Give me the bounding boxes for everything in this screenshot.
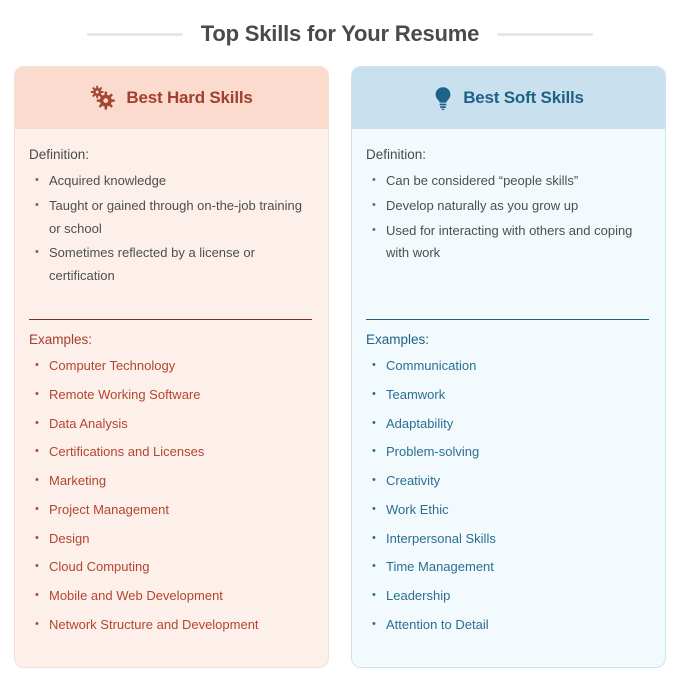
soft-definition-list: Can be considered “people skills” Develo… [366,170,649,265]
list-item: Time Management [366,556,649,579]
list-item: Data Analysis [29,413,312,436]
list-item: Design [29,528,312,551]
list-item: Adaptability [366,413,649,436]
list-item: Cloud Computing [29,556,312,579]
list-item: Problem-solving [366,441,649,464]
soft-examples-list: Communication Teamwork Adaptability Prob… [366,355,649,637]
page-title: Top Skills for Your Resume [200,21,480,46]
list-item: Project Management [29,499,312,522]
list-item: Marketing [29,470,312,493]
lightbulb-icon [433,86,453,111]
list-item: Computer Technology [29,355,312,378]
card-hard-skills-header: Best Hard Skills [15,67,328,129]
card-soft-skills-body: Definition: Can be considered “people sk… [352,129,665,667]
list-item: Work Ethic [366,499,649,522]
page-title-row: Top Skills for Your Resume [0,14,680,54]
list-item: Interpersonal Skills [366,528,649,551]
list-item: Acquired knowledge [29,170,312,193]
list-item: Certifications and Licenses [29,441,312,464]
soft-section-divider [366,319,649,320]
gears-icon [90,85,116,111]
soft-examples-label: Examples: [366,332,430,347]
title-rule-right [497,32,594,36]
list-item: Creativity [366,470,649,493]
card-hard-skills-body: Definition: Acquired knowledge Taught or… [15,129,328,667]
skills-infographic: Top Skills for Your Resume Best Hard Ski… [0,0,680,693]
card-soft-skills-title: Best Soft Skills [463,88,584,107]
list-item: Sometimes reflected by a license or cert… [29,242,312,288]
hard-definition-list: Acquired knowledge Taught or gained thro… [29,170,312,288]
card-soft-skills-header: Best Soft Skills [352,67,665,129]
card-soft-skills: Best Soft Skills Definition: Can be cons… [351,66,666,668]
list-item: Remote Working Software [29,384,312,407]
hard-section-divider [29,319,312,320]
list-item: Leadership [366,585,649,608]
list-item: Network Structure and Development [29,614,312,637]
card-hard-skills: Best Hard Skills Definition: Acquired kn… [14,66,329,668]
list-item: Can be considered “people skills” [366,170,649,193]
title-rule-left [86,32,183,36]
list-item: Develop naturally as you grow up [366,195,649,218]
hard-examples-list: Computer Technology Remote Working Softw… [29,355,312,637]
list-item: Communication [366,355,649,378]
list-item: Attention to Detail [366,614,649,637]
list-item: Taught or gained through on-the-job trai… [29,195,312,241]
soft-examples-block: Examples: Communication Teamwork Adaptab… [366,332,649,637]
hard-examples-block: Examples: Computer Technology Remote Wor… [29,332,312,637]
hard-examples-label: Examples: [29,332,93,347]
cards-container: Best Hard Skills Definition: Acquired kn… [14,66,666,668]
hard-definition-block: Definition: Acquired knowledge Taught or… [29,147,312,319]
list-item: Used for interacting with others and cop… [366,220,649,266]
soft-definition-label: Definition: [366,147,427,162]
list-item: Mobile and Web Development [29,585,312,608]
card-hard-skills-title: Best Hard Skills [126,88,253,107]
hard-definition-label: Definition: [29,147,90,162]
list-item: Teamwork [366,384,649,407]
soft-definition-block: Definition: Can be considered “people sk… [366,147,649,319]
